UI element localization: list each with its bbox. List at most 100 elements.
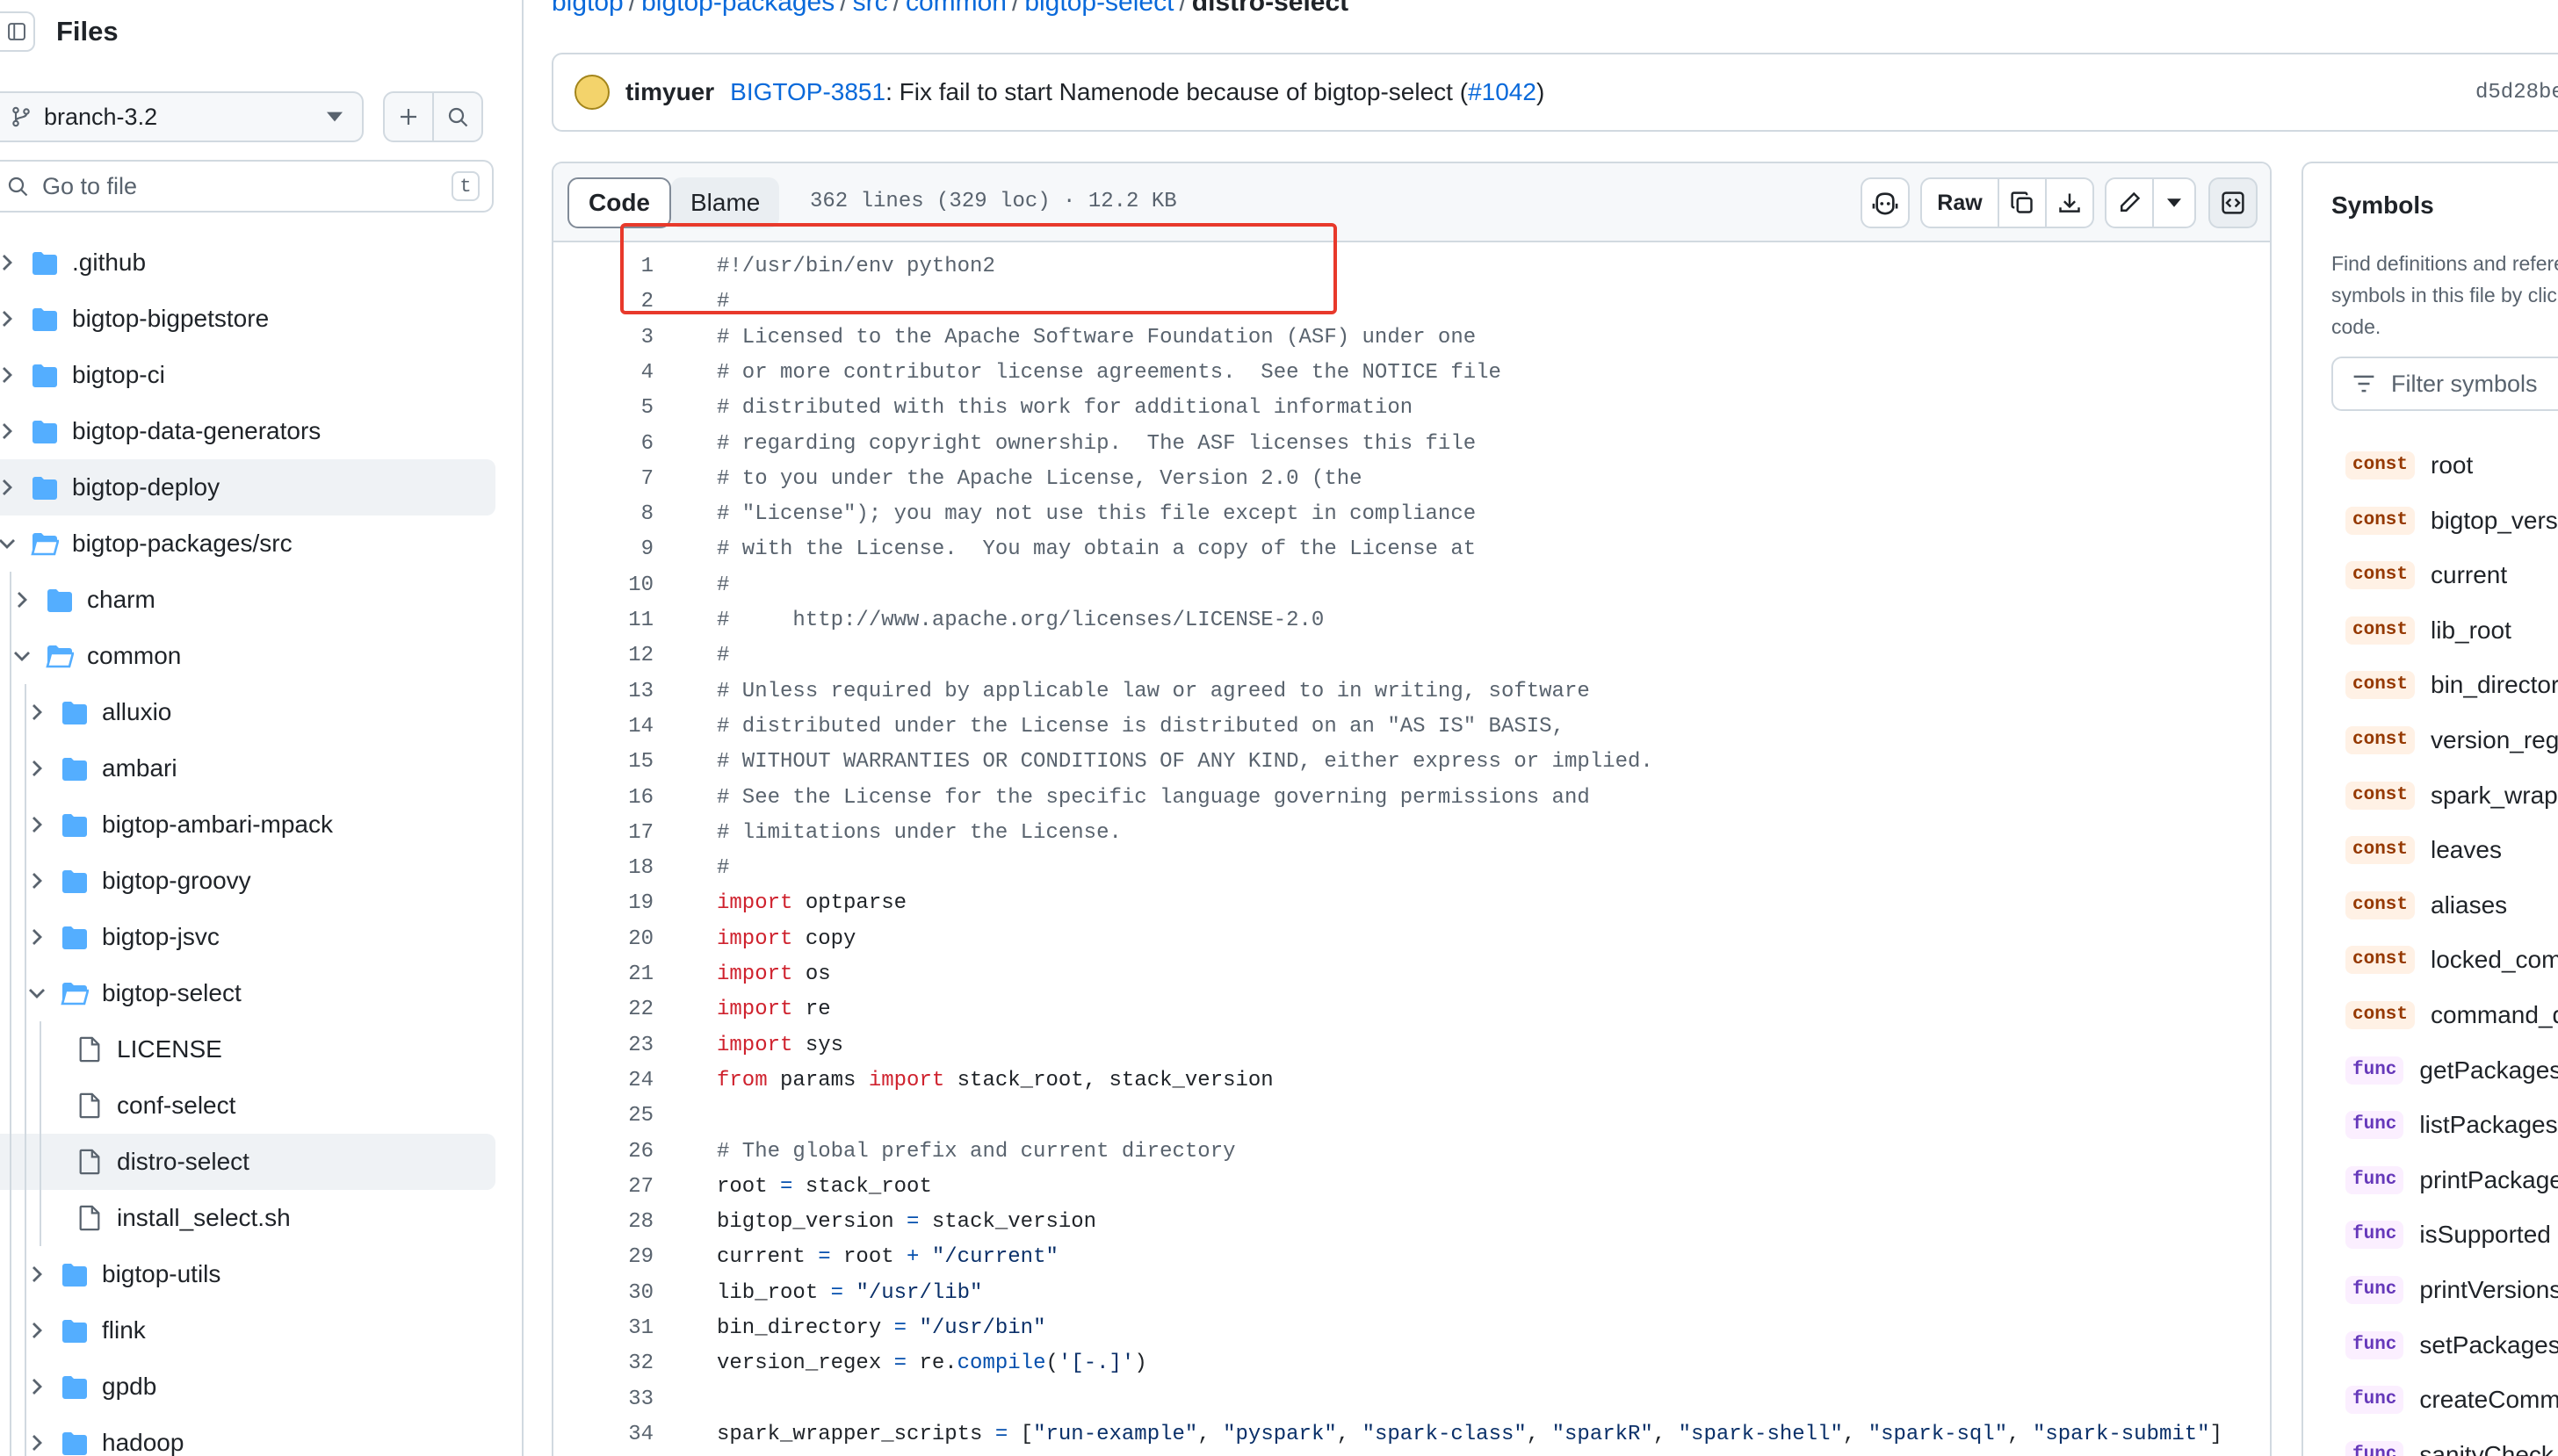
line-number[interactable]: 12 <box>553 638 654 674</box>
line-number[interactable]: 9 <box>553 532 654 567</box>
tree-file-item[interactable]: conf-select <box>0 1078 495 1134</box>
symbol-item[interactable]: const spark_wrapper_scripts <box>2345 776 2558 815</box>
filter-symbols-input[interactable]: Filter symbols <box>2331 357 2558 411</box>
line-number[interactable]: 11 <box>553 603 654 638</box>
symbol-item[interactable]: func setPackages <box>2345 1326 2558 1365</box>
tree-folder-item[interactable]: .github <box>0 234 495 291</box>
code-line[interactable]: 11 # http://www.apache.org/licenses/LICEN… <box>553 603 2270 638</box>
line-number[interactable]: 3 <box>553 321 654 356</box>
line-number[interactable]: 5 <box>553 391 654 426</box>
code-line[interactable]: 31 bin_directory = "/usr/bin" <box>553 1311 2270 1346</box>
chevron-right-icon[interactable] <box>0 366 16 384</box>
line-number[interactable]: 19 <box>553 886 654 921</box>
chevron-right-icon[interactable] <box>28 928 46 946</box>
symbol-item[interactable]: const bigtop_version <box>2345 501 2558 540</box>
line-number[interactable]: 32 <box>553 1346 654 1381</box>
chevron-right-icon[interactable] <box>28 1434 46 1452</box>
code-line[interactable]: 10 # <box>553 568 2270 603</box>
breadcrumb-link[interactable]: bigtop-packages <box>641 0 835 17</box>
tree-file-item[interactable]: distro-select <box>0 1134 495 1190</box>
tree-folder-item[interactable]: ambari <box>0 740 495 796</box>
code-line[interactable]: 15 # WITHOUT WARRANTIES OR CONDITIONS OF … <box>553 745 2270 780</box>
line-number[interactable]: 22 <box>553 992 654 1027</box>
copy-raw-button[interactable] <box>1998 177 2047 228</box>
symbol-item[interactable]: func getPackages <box>2345 1051 2558 1090</box>
tree-folder-item[interactable]: bigtop-data-generators <box>0 403 495 459</box>
line-number[interactable]: 13 <box>553 674 654 710</box>
chevron-right-icon[interactable] <box>0 422 16 440</box>
chevron-right-icon[interactable] <box>28 1322 46 1339</box>
chevron-right-icon[interactable] <box>0 479 16 496</box>
chevron-right-icon[interactable] <box>28 816 46 833</box>
tree-folder-item[interactable]: hadoop <box>0 1415 495 1456</box>
chevron-right-icon[interactable] <box>0 254 16 271</box>
code-line[interactable]: 26 # The global prefix and current direct… <box>553 1135 2270 1170</box>
symbol-item[interactable]: func listPackages <box>2345 1106 2558 1144</box>
line-number[interactable]: 10 <box>553 568 654 603</box>
go-to-file-input[interactable]: Go to file t <box>0 160 494 213</box>
code-line[interactable]: 30 lib_root = "/usr/lib" <box>553 1276 2270 1311</box>
line-number[interactable]: 21 <box>553 957 654 992</box>
chevron-right-icon[interactable] <box>13 591 31 609</box>
line-number[interactable]: 16 <box>553 781 654 816</box>
code-line[interactable]: 28 bigtop_version = stack_version <box>553 1205 2270 1240</box>
code-line[interactable]: 9 # with the License. You may obtain a co… <box>553 532 2270 567</box>
breadcrumb-link[interactable]: bigtop <box>552 0 624 17</box>
code-line[interactable]: 24 from params import stack_root, stack_v… <box>553 1063 2270 1099</box>
tree-folder-item[interactable]: bigtop-ambari-mpack <box>0 796 495 853</box>
chevron-right-icon[interactable] <box>0 310 16 328</box>
edit-options-button[interactable] <box>2152 177 2196 228</box>
symbol-item[interactable]: const locked_commands <box>2345 941 2558 979</box>
collapse-sidebar-button[interactable] <box>0 11 35 52</box>
code-line[interactable]: 21 import os <box>553 957 2270 992</box>
chevron-down-icon[interactable] <box>28 984 46 1002</box>
symbol-item[interactable]: func printPackages <box>2345 1161 2558 1200</box>
line-number[interactable]: 15 <box>553 745 654 780</box>
tree-folder-item[interactable]: bigtop-select <box>0 965 495 1021</box>
symbol-item[interactable]: const leaves <box>2345 831 2502 869</box>
tree-folder-item[interactable]: charm <box>0 572 495 628</box>
line-number[interactable]: 30 <box>553 1276 654 1311</box>
code-line[interactable]: 27 root = stack_root <box>553 1170 2270 1205</box>
tree-folder-item[interactable]: bigtop-jsvc <box>0 909 495 965</box>
search-files-button[interactable] <box>432 91 483 142</box>
tree-folder-item[interactable]: alluxio <box>0 684 495 740</box>
line-number[interactable]: 18 <box>553 851 654 886</box>
code-line[interactable]: 8 # "License"); you may not use this file… <box>553 497 2270 532</box>
line-number[interactable]: 29 <box>553 1240 654 1275</box>
copilot-button[interactable] <box>1861 177 1910 228</box>
tree-file-item[interactable]: LICENSE <box>0 1021 495 1078</box>
symbol-item[interactable]: func isSupported <box>2345 1215 2551 1254</box>
code-line[interactable]: 20 import copy <box>553 922 2270 957</box>
commit-issue-link[interactable]: BIGTOP-3851 <box>730 78 885 106</box>
line-number[interactable]: 14 <box>553 710 654 745</box>
code-line[interactable]: 17 # limitations under the License. <box>553 816 2270 851</box>
download-button[interactable] <box>2045 177 2094 228</box>
tree-folder-item[interactable]: bigtop-deploy <box>0 459 495 515</box>
chevron-right-icon[interactable] <box>28 703 46 721</box>
avatar[interactable] <box>574 75 610 110</box>
code-line[interactable]: 14 # distributed under the License is dis… <box>553 710 2270 745</box>
breadcrumb-link[interactable]: common <box>906 0 1007 17</box>
line-number[interactable]: 27 <box>553 1170 654 1205</box>
chevron-down-icon[interactable] <box>0 535 16 552</box>
line-number[interactable]: 20 <box>553 922 654 957</box>
code-line[interactable]: 25 <box>553 1099 2270 1134</box>
tree-folder-item[interactable]: bigtop-packages/src <box>0 515 495 572</box>
code-line[interactable]: 6 # regarding copyright ownership. The AS… <box>553 427 2270 462</box>
commit-message[interactable]: : Fix fail to start Namenode because of … <box>885 78 1468 106</box>
tree-folder-item[interactable]: flink <box>0 1302 495 1359</box>
code-line[interactable]: 16 # See the License for the specific lan… <box>553 781 2270 816</box>
chevron-right-icon[interactable] <box>28 1265 46 1283</box>
chevron-down-icon[interactable] <box>13 647 31 665</box>
symbol-item[interactable]: const root <box>2345 446 2473 485</box>
code-line[interactable]: 22 import re <box>553 992 2270 1027</box>
line-number[interactable]: 31 <box>553 1311 654 1346</box>
code-line[interactable]: 33 <box>553 1382 2270 1417</box>
line-number[interactable]: 24 <box>553 1063 654 1099</box>
line-number[interactable]: 17 <box>553 816 654 851</box>
line-number[interactable]: 7 <box>553 462 654 497</box>
add-file-button[interactable] <box>383 91 434 142</box>
line-number[interactable]: 26 <box>553 1135 654 1170</box>
tree-folder-item[interactable]: bigtop-ci <box>0 347 495 403</box>
